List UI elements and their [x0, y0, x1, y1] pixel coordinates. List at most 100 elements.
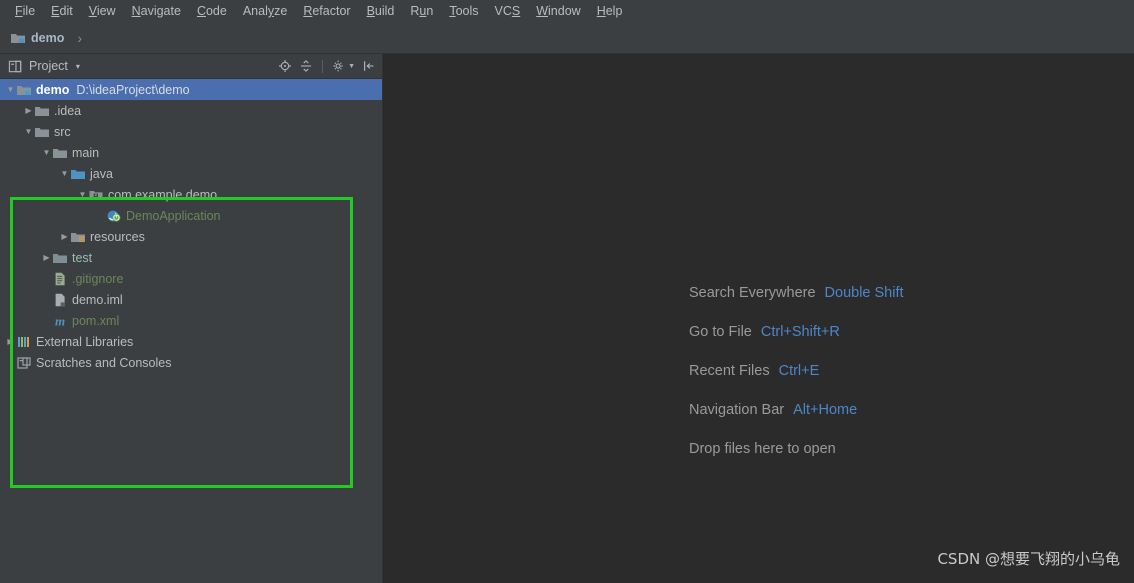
hint-search-everywhere: Search Everywhere Double Shift	[689, 273, 904, 312]
tree-row-gitignore[interactable]: .gitignore	[0, 268, 382, 289]
tree-row-demo[interactable]: ▼ demo D:\ideaProject\demo	[0, 79, 382, 100]
tree-row-label: demo	[36, 82, 70, 97]
tree-row-label: Scratches and Consoles	[36, 355, 172, 370]
tree-row-label: resources	[90, 229, 145, 244]
collapse-all-icon[interactable]	[299, 59, 313, 73]
menu-item-view[interactable]: View	[81, 0, 124, 23]
settings-gear-icon[interactable]	[332, 59, 346, 73]
menu-item-edit[interactable]: Edit	[43, 0, 81, 23]
hint-recent-files: Recent Files Ctrl+E	[689, 351, 904, 390]
hint-action-label: Drop files here to open	[689, 440, 836, 457]
locate-icon[interactable]	[278, 59, 292, 73]
shortcut-hint-list: Search Everywhere Double Shift Go to File C…	[689, 273, 904, 468]
menu-item-window[interactable]: Window	[528, 0, 588, 23]
menu-item-navigate[interactable]: Navigate	[124, 0, 189, 23]
menu-bar: File Edit View Navigate Code Analyze Refactor B…	[0, 0, 1134, 23]
tree-row-label: demo.iml	[72, 292, 123, 307]
hint-shortcut-key: Ctrl+Shift+R	[760, 323, 840, 340]
package-icon	[88, 187, 104, 203]
folder-icon	[52, 145, 68, 161]
menu-item-refactor[interactable]: Refactor	[295, 0, 358, 23]
expand-arrow-closed-icon[interactable]: ▶	[59, 226, 70, 247]
tree-row-label: .idea	[54, 103, 82, 118]
breadcrumb-item-demo[interactable]: demo ›	[10, 30, 82, 46]
external-libraries-icon	[16, 334, 32, 350]
scratches-icon	[16, 355, 32, 371]
tree-row-test[interactable]: ▶ test	[0, 247, 382, 268]
expand-arrow-open-icon[interactable]: ▼	[77, 184, 88, 205]
svg-text:m: m	[55, 313, 65, 328]
iml-file-icon	[52, 292, 68, 308]
menu-item-analyze[interactable]: Analyze	[235, 0, 295, 23]
project-panel-icon	[8, 59, 23, 74]
hint-action-label: Go to File	[689, 323, 752, 340]
hint-go-to-file: Go to File Ctrl+Shift+R	[689, 312, 904, 351]
tree-row-idea[interactable]: ▶ .idea	[0, 100, 382, 121]
breadcrumb-label: demo	[31, 31, 65, 45]
expand-arrow-open-icon[interactable]: ▼	[23, 121, 34, 142]
menu-item-code[interactable]: Code	[189, 0, 235, 23]
folder-icon	[34, 124, 50, 140]
tree-row-label: test	[72, 250, 93, 265]
expand-arrow-closed-icon[interactable]: ▶	[5, 331, 16, 352]
maven-pom-icon: m	[52, 313, 68, 329]
spring-boot-class-icon	[106, 208, 122, 224]
tree-row-label: com.example.demo	[108, 187, 218, 202]
hint-drop-files-here-to-open: Drop files here to open	[689, 429, 904, 468]
resources-folder-icon	[70, 229, 86, 245]
project-tool-window: Project ▾ ▼ ▼ demo D:\ideaProject\demo ▶…	[0, 54, 383, 583]
hint-navigation-bar: Navigation Bar Alt+Home	[689, 390, 904, 429]
tree-row-main[interactable]: ▼ main	[0, 142, 382, 163]
menu-item-build[interactable]: Build	[359, 0, 403, 23]
toolbar-separator	[322, 59, 324, 73]
gitignore-file-icon	[52, 271, 68, 287]
hint-action-label: Recent Files	[689, 362, 770, 379]
hint-action-label: Search Everywhere	[689, 284, 816, 301]
breadcrumb-separator: ›	[77, 30, 83, 46]
tree-row-package[interactable]: ▼ com.example.demo	[0, 184, 382, 205]
project-tree[interactable]: ▼ demo D:\ideaProject\demo ▶ .idea ▼ src ▼ main ▼…	[0, 79, 382, 373]
hint-shortcut-key: Ctrl+E	[778, 362, 820, 379]
expand-arrow-open-icon[interactable]: ▼	[5, 79, 16, 100]
tree-row-external-libraries[interactable]: ▶ External Libraries	[0, 331, 382, 352]
menu-item-file[interactable]: File	[7, 0, 43, 23]
test-folder-icon	[52, 250, 68, 266]
menu-item-tools[interactable]: Tools	[441, 0, 486, 23]
tree-row-resources[interactable]: ▶ resources	[0, 226, 382, 247]
expand-arrow-open-icon[interactable]: ▼	[59, 163, 70, 184]
tree-row-label: External Libraries	[36, 334, 134, 349]
hint-shortcut-key: Alt+Home	[793, 401, 858, 418]
menu-item-vcs[interactable]: VCS	[487, 0, 529, 23]
hide-panel-icon[interactable]	[362, 59, 376, 73]
tree-row-scratches[interactable]: Scratches and Consoles	[0, 352, 382, 373]
tree-row-src[interactable]: ▼ src	[0, 121, 382, 142]
tree-row-label: DemoApplication	[126, 208, 221, 223]
editor-empty-state: Search Everywhere Double Shift Go to File C…	[384, 54, 1134, 583]
menu-item-run[interactable]: Run	[402, 0, 441, 23]
tool-window-title: Project	[29, 59, 68, 73]
menu-item-help[interactable]: Help	[589, 0, 631, 23]
navigation-bar: demo ›	[0, 23, 1134, 54]
tree-row-label: .gitignore	[72, 271, 124, 286]
tree-row-demo-iml[interactable]: demo.iml	[0, 289, 382, 310]
expand-arrow-closed-icon[interactable]: ▶	[23, 100, 34, 121]
chevron-down-icon[interactable]: ▾	[76, 62, 80, 71]
watermark-text: CSDN @想要飞翔的小乌龟	[937, 550, 1120, 568]
tree-row-demoapplication[interactable]: DemoApplication	[0, 205, 382, 226]
tree-row-path: D:\ideaProject\demo	[76, 82, 190, 97]
module-folder-icon	[10, 30, 26, 46]
tree-row-label: src	[54, 124, 71, 139]
tree-row-label: java	[90, 166, 113, 181]
tree-row-label: pom.xml	[72, 313, 120, 328]
tool-window-actions: ▼	[278, 59, 376, 73]
module-folder-icon	[16, 82, 32, 98]
hint-shortcut-key: Double Shift	[824, 284, 904, 301]
expand-arrow-closed-icon[interactable]: ▶	[41, 247, 52, 268]
expand-arrow-open-icon[interactable]: ▼	[41, 142, 52, 163]
folder-icon	[34, 103, 50, 119]
tool-window-header: Project ▾ ▼	[0, 54, 382, 79]
source-folder-icon	[70, 166, 86, 182]
tree-row-pom-xml[interactable]: m pom.xml	[0, 310, 382, 331]
gear-dropdown-caret-icon[interactable]: ▼	[348, 63, 355, 70]
tree-row-java[interactable]: ▼ java	[0, 163, 382, 184]
